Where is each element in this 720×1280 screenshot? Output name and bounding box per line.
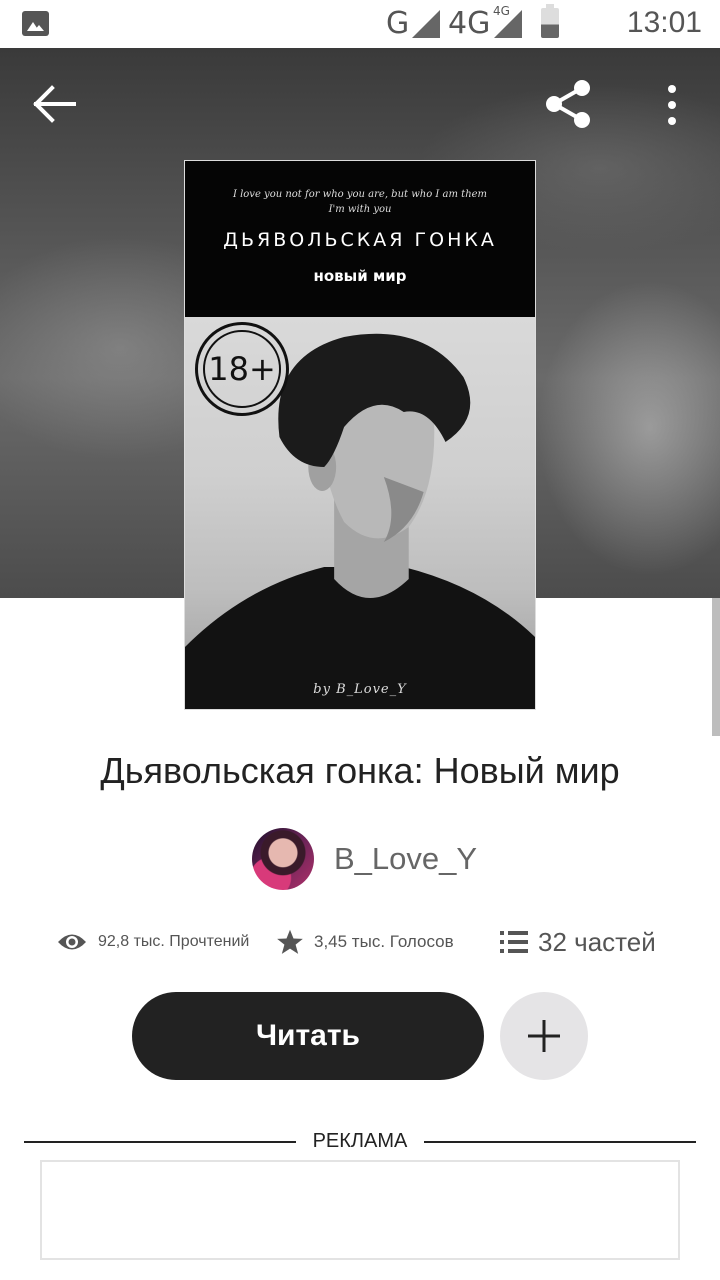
clock: 13:01 — [626, 6, 702, 39]
cover-title: ДЬЯВОЛЬСКАЯ ГОНКА — [223, 229, 497, 251]
scrollbar[interactable] — [712, 598, 720, 736]
reads-stat: 92,8 тыс. Прочтений — [56, 920, 249, 964]
cover-header: I love you not for who you are, but who … — [185, 161, 535, 317]
signal-strength-icon-2 — [494, 10, 522, 38]
network-type-4g: 4G — [448, 6, 491, 41]
arrow-left-icon[interactable] — [30, 82, 80, 126]
read-button[interactable]: Читать — [132, 992, 484, 1080]
author-row[interactable]: B_Love_Y — [252, 828, 477, 890]
votes-count: 3,45 тыс. Голосов — [314, 932, 454, 951]
ad-divider-right — [424, 1141, 696, 1143]
age-rating-text: 18+ — [203, 330, 281, 408]
add-to-library-button[interactable] — [500, 992, 588, 1080]
book-title: Дьявольская гонка: Новый мир — [100, 750, 620, 791]
author-name[interactable]: B_Love_Y — [334, 841, 477, 877]
ad-container[interactable] — [40, 1160, 680, 1260]
parts-count[interactable]: 32 частей — [538, 927, 656, 958]
reads-count: 92,8 тыс. Прочтений — [98, 933, 250, 950]
stats-row: 92,8 тыс. Прочтений 3,45 тыс. Голосов 32… — [56, 920, 676, 964]
list-icon — [500, 931, 528, 953]
cover-quote: I love you not for who you are, but who … — [232, 189, 488, 215]
signal-strength-icon — [412, 10, 440, 38]
book-cover[interactable]: I love you not for who you are, but who … — [184, 160, 536, 710]
eye-icon — [58, 934, 86, 950]
parts-stat[interactable]: 32 частей — [500, 920, 656, 964]
age-rating-badge: 18+ — [195, 322, 289, 416]
gallery-notification-icon — [22, 11, 49, 36]
cover-subtitle: новый мир — [313, 267, 407, 285]
plus-icon — [528, 1020, 560, 1052]
star-icon — [277, 929, 303, 954]
votes-stat: 3,45 тыс. Голосов — [276, 920, 454, 964]
share-icon[interactable] — [540, 76, 596, 132]
battery-icon — [541, 4, 559, 38]
status-bar: G 4G 4G 13:01 — [0, 0, 720, 48]
more-vertical-icon[interactable] — [660, 82, 684, 128]
cover-author-line: by B_Love_Y — [313, 682, 407, 697]
network-type-g: G — [386, 6, 410, 41]
cover-photo: 18+ by B_Love_Y — [185, 317, 535, 709]
avatar[interactable] — [252, 828, 314, 890]
